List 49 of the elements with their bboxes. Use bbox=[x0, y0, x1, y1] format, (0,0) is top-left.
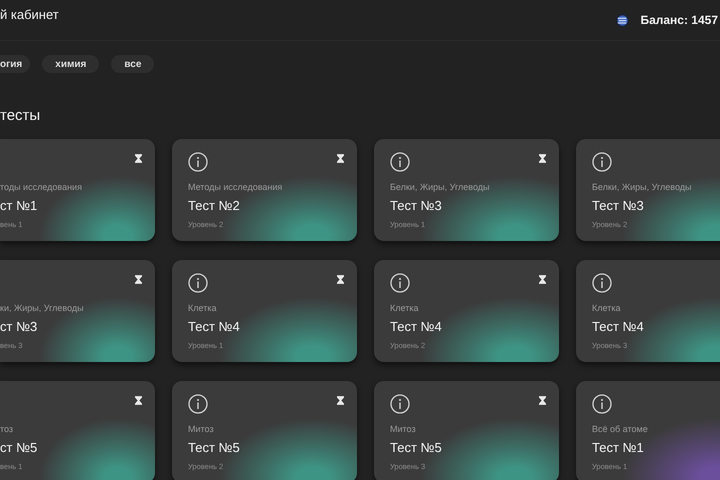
filter-chip[interactable]: огия bbox=[0, 55, 30, 73]
hourglass-icon bbox=[539, 396, 546, 405]
card-topic: тоз bbox=[0, 424, 14, 434]
card-title: Тест №1 bbox=[592, 440, 645, 455]
card-title: ст №5 bbox=[0, 440, 38, 455]
balance-text: Баланс: 1457 bbox=[640, 13, 718, 27]
info-icon[interactable] bbox=[592, 394, 612, 414]
card-title: ст №1 bbox=[0, 198, 38, 213]
hourglass-icon bbox=[337, 396, 344, 405]
info-icon[interactable] bbox=[592, 273, 612, 293]
card-title: Тест №5 bbox=[188, 440, 241, 455]
filter-chip[interactable]: все bbox=[111, 55, 154, 73]
card-topic: Всё об атоме bbox=[592, 424, 649, 434]
card-topic: Митоз bbox=[188, 424, 215, 434]
card-topic: ки, Жиры, Углеводы bbox=[0, 303, 85, 313]
info-icon[interactable] bbox=[188, 273, 208, 293]
card-topic: Белки, Жиры, Углеводы bbox=[592, 182, 693, 192]
card-title: Тест №2 bbox=[188, 198, 241, 213]
card-title: Тест №3 bbox=[592, 198, 645, 213]
hourglass-icon bbox=[337, 275, 344, 284]
card-title: Тест №3 bbox=[390, 198, 443, 213]
hourglass-icon bbox=[135, 154, 142, 163]
card-title: Тест №4 bbox=[390, 319, 443, 334]
card-topic: Белки, Жиры, Углеводы bbox=[390, 182, 491, 192]
card-title: Тест №5 bbox=[390, 440, 443, 455]
hourglass-icon bbox=[539, 275, 546, 284]
card-topic: Клетка bbox=[592, 303, 622, 313]
hourglass-icon bbox=[539, 154, 546, 163]
card-topic: Клетка bbox=[188, 303, 218, 313]
info-icon[interactable] bbox=[390, 152, 410, 172]
card-title: ст №3 bbox=[0, 319, 38, 334]
section-heading: тесты bbox=[0, 107, 42, 125]
filter-chip[interactable]: химия bbox=[42, 55, 100, 73]
info-icon[interactable] bbox=[390, 273, 410, 293]
info-icon[interactable] bbox=[390, 394, 410, 414]
hourglass-icon bbox=[337, 154, 344, 163]
card-topic: Митоз bbox=[390, 424, 417, 434]
card-topic: тоды исследования bbox=[0, 182, 83, 192]
card-topic: Клетка bbox=[390, 303, 420, 313]
card-topic: Методы исследования bbox=[188, 182, 284, 192]
card-title: Тест №4 bbox=[188, 319, 241, 334]
page-title: й кабинет bbox=[0, 6, 59, 22]
hourglass-icon bbox=[135, 396, 142, 405]
coin-icon bbox=[615, 12, 630, 28]
hourglass-icon bbox=[135, 275, 142, 284]
info-icon[interactable] bbox=[188, 152, 208, 172]
info-icon[interactable] bbox=[592, 152, 612, 172]
card-title: Тест №4 bbox=[592, 319, 645, 334]
info-icon[interactable] bbox=[188, 394, 208, 414]
